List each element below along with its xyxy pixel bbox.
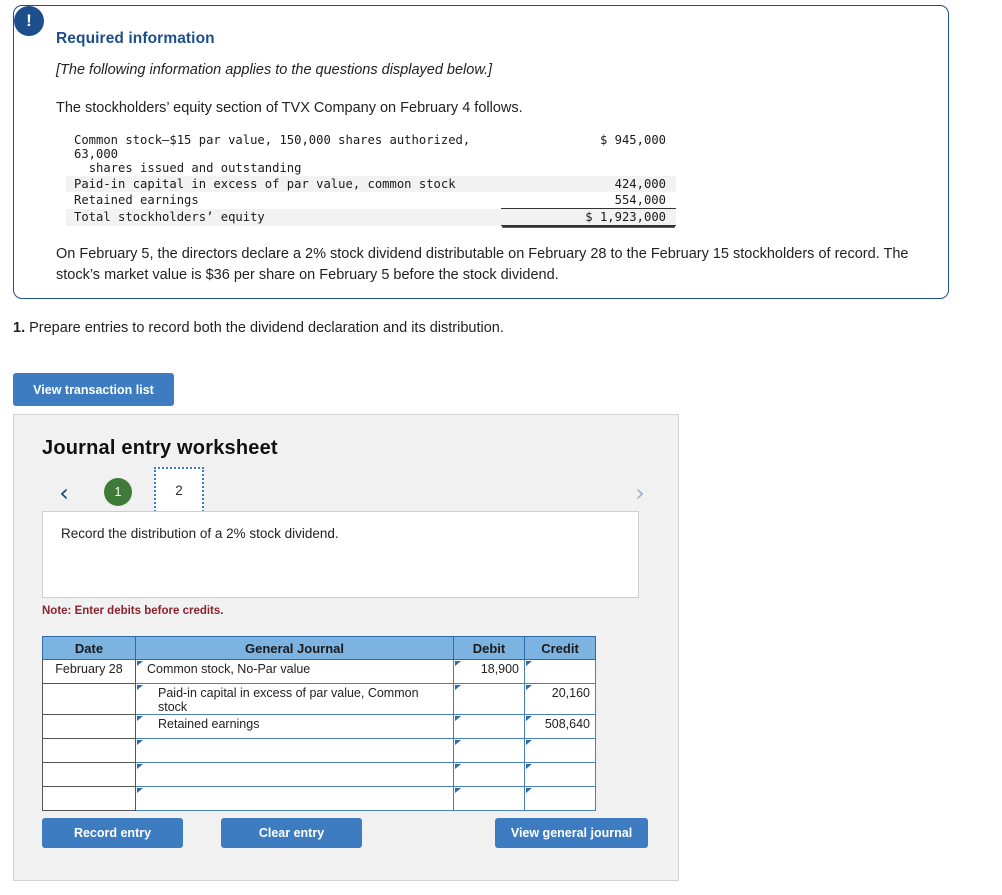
required-information-content: Required information [The following info… [14,6,948,286]
journal-cell-debit[interactable] [453,738,525,763]
required-information-title: Required information [56,30,215,47]
table-row: Retained earnings 508,640 [42,714,596,739]
journal-cell-account[interactable]: Paid-in capital in excess of par value, … [135,683,454,715]
journal-cell-date[interactable] [42,762,136,787]
journal-cell-credit[interactable] [524,762,596,787]
equity-row: Common stock—$15 par value, 150,000 shar… [66,132,676,176]
journal-cell-account[interactable] [135,762,454,787]
journal-cell-date[interactable] [42,714,136,739]
equity-row-label: Paid-in capital in excess of par value, … [66,176,501,192]
clear-entry-button[interactable]: Clear entry [221,818,362,848]
required-information-box: ! Required information [The following in… [13,5,949,299]
journal-cell-date[interactable] [42,786,136,811]
dividend-declaration-text: On February 5, the directors declare a 2… [56,246,909,284]
debits-before-credits-note: Note: Enter debits before credits. [42,605,224,617]
equity-row-amount: 424,000 [501,176,676,192]
journal-cell-debit[interactable] [453,714,525,739]
journal-header-credit: Credit [524,636,596,660]
exclamation-icon: ! [14,6,44,36]
journal-header-row: Date General Journal Debit Credit [42,636,596,660]
journal-header-general-journal: General Journal [135,636,454,660]
equity-row: Total stockholders’ equity $ 1,923,000 [66,208,676,226]
table-row: Paid-in capital in excess of par value, … [42,683,596,715]
table-row [42,738,596,763]
equity-row-amount: $ 945,000 [599,133,666,147]
journal-cell-credit[interactable]: 508,640 [524,714,596,739]
journal-cell-account[interactable]: Common stock, No-Par value [135,659,454,684]
journal-cell-credit[interactable] [524,659,596,684]
worksheet-tab-2[interactable]: 2 [154,467,204,515]
journal-cell-debit[interactable] [453,762,525,787]
journal-cell-date[interactable] [42,683,136,715]
journal-cell-date[interactable] [42,738,136,763]
journal-cell-debit[interactable] [453,786,525,811]
journal-cell-account[interactable] [135,738,454,763]
journal-cell-credit[interactable]: 20,160 [524,683,596,715]
next-tab-chevron-icon[interactable]: › [630,479,650,507]
general-journal-table: Date General Journal Debit Credit Februa… [42,636,596,811]
worksheet-tab-1[interactable]: 1 [104,478,132,506]
equity-intro-text: The stockholders’ equity section of TVX … [56,100,523,116]
record-entry-button[interactable]: Record entry [42,818,183,848]
view-general-journal-button[interactable]: View general journal [495,818,648,848]
question-text: Prepare entries to record both the divid… [25,320,504,336]
stockholders-equity-table: Common stock—$15 par value, 150,000 shar… [66,132,676,226]
worksheet-description-box: Record the distribution of a 2% stock di… [42,511,639,598]
equity-row: Retained earnings 554,000 [66,192,676,209]
equity-row: Paid-in capital in excess of par value, … [66,176,676,192]
applies-note: [The following information applies to th… [56,62,493,78]
table-row [42,762,596,787]
question-line: 1. Prepare entries to record both the di… [13,320,504,336]
journal-cell-date[interactable]: February 28 [42,659,136,684]
journal-cell-credit[interactable] [524,738,596,763]
equity-row-amount: 554,000 [614,193,666,207]
journal-cell-debit[interactable] [453,683,525,715]
worksheet-title: Journal entry worksheet [42,437,278,459]
journal-cell-debit[interactable]: 18,900 [453,659,525,684]
view-transaction-list-button[interactable]: View transaction list [13,373,174,406]
journal-header-debit: Debit [453,636,525,660]
table-row: February 28 Common stock, No-Par value 18,… [42,659,596,684]
previous-tab-chevron-icon[interactable]: ‹ [54,479,74,507]
journal-cell-account[interactable]: Retained earnings [135,714,454,739]
table-row [42,786,596,811]
equity-row-label: Common stock—$15 par value, 150,000 shar… [74,133,471,175]
journal-cell-account[interactable] [135,786,454,811]
journal-header-date: Date [42,636,136,660]
worksheet-description-text: Record the distribution of a 2% stock di… [61,526,339,541]
journal-cell-credit[interactable] [524,786,596,811]
equity-row-label: Retained earnings [74,193,199,207]
equity-row-amount: $ 1,923,000 [501,208,676,226]
question-number: 1. [13,320,26,336]
journal-entry-worksheet-panel: Journal entry worksheet ‹ 1 2 › Record t… [13,414,679,881]
equity-row-label: Total stockholders’ equity [66,208,501,226]
